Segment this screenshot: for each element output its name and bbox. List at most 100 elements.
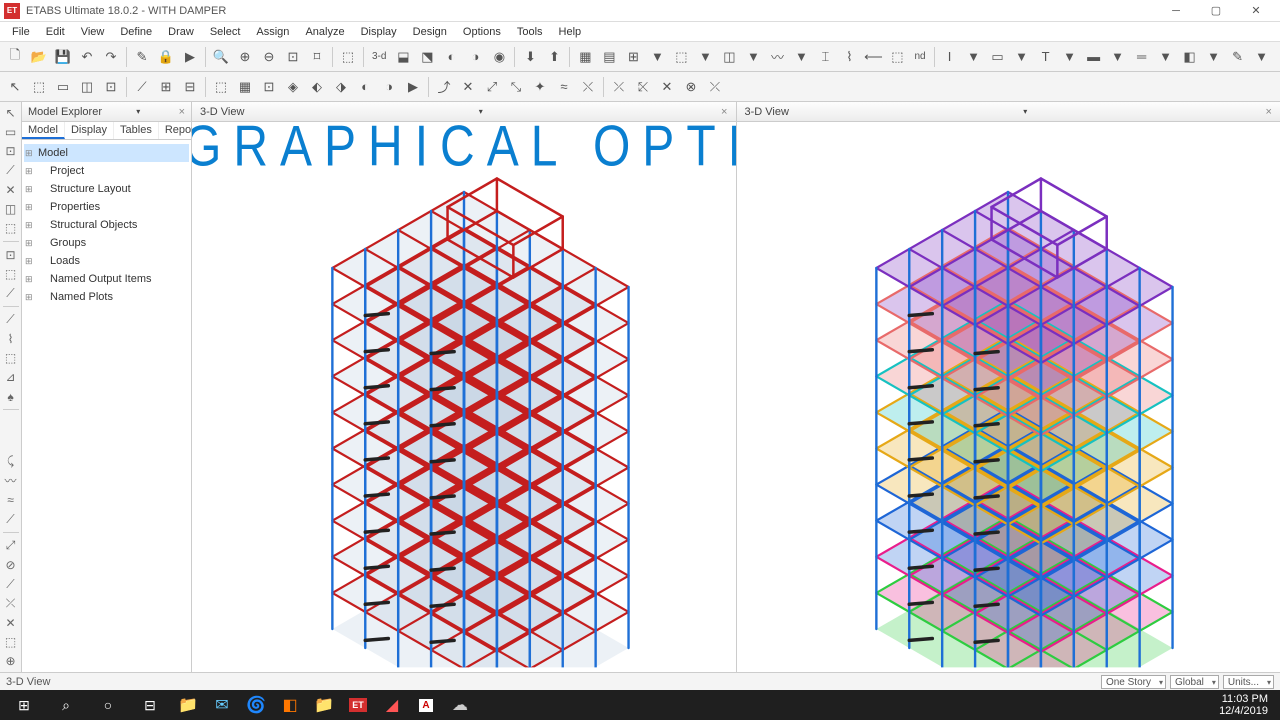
toolbar2-btn-4[interactable]: ⊡	[100, 76, 122, 98]
toolbar-btn-6[interactable]: ✎	[131, 46, 153, 68]
taskbar-app-5[interactable]: ☁	[444, 691, 476, 719]
toolbar-btn-1[interactable]: 📂	[28, 46, 50, 68]
toolbar-btn-53[interactable]: ▼	[1155, 46, 1177, 68]
taskbar-clock[interactable]: 11:03 PM 12/4/2019	[1211, 693, 1276, 717]
side-btn-28[interactable]: ⤫	[2, 595, 20, 612]
explorer-tab-tables[interactable]: Tables	[114, 122, 159, 139]
taskbar-app-3[interactable]: 📁	[308, 691, 340, 719]
toolbar2-btn-14[interactable]: ⬖	[306, 76, 328, 98]
tree-item[interactable]: Structural Objects	[24, 216, 189, 234]
search-button[interactable]: ⌕	[46, 690, 86, 720]
toolbar2-btn-3[interactable]: ◫	[76, 76, 98, 98]
toolbar-btn-47[interactable]: ▼	[1011, 46, 1033, 68]
tree-item[interactable]: Properties	[24, 198, 189, 216]
toolbar2-btn-13[interactable]: ◈	[282, 76, 304, 98]
explorer-tab-display[interactable]: Display	[65, 122, 114, 139]
taskbar-app-mail[interactable]: ✉	[206, 691, 238, 719]
side-btn-9[interactable]: ⬚	[2, 265, 20, 282]
pin-icon[interactable]: ▾	[136, 107, 140, 116]
view-tab-right[interactable]: 3-D View ▾ ×	[737, 102, 1280, 122]
toolbar2-btn-12[interactable]: ⊡	[258, 76, 280, 98]
toolbar-label-nd[interactable]: nd	[910, 51, 929, 62]
viewport-right[interactable]	[737, 122, 1280, 672]
toolbar2-btn-16[interactable]: ◐	[354, 76, 376, 98]
side-btn-10[interactable]: ⟋	[2, 285, 20, 302]
toolbar-btn-14[interactable]: ⌑	[306, 46, 328, 68]
toolbar2-btn-22[interactable]: ⤢	[481, 76, 503, 98]
toolbar2-btn-21[interactable]: ✕	[457, 76, 479, 98]
toolbar-btn-34[interactable]: ◫	[718, 46, 740, 68]
toolbar-btn-2[interactable]: 💾	[52, 46, 74, 68]
viewport-left[interactable]: GRAPHICAL OPTIONS IN ETABS	[192, 122, 736, 672]
toolbar-btn-55[interactable]: ▼	[1203, 46, 1225, 68]
toolbar2-btn-0[interactable]: ↖	[4, 76, 26, 98]
toolbar2-btn-28[interactable]: ⤫	[608, 76, 630, 98]
side-btn-6[interactable]: ⬚	[2, 220, 20, 237]
side-btn-5[interactable]: ◫	[2, 200, 20, 217]
side-btn-22[interactable]: ≈	[2, 492, 20, 509]
toolbar-btn-38[interactable]: ⌶	[814, 46, 836, 68]
tree-item[interactable]: Structure Layout	[24, 180, 189, 198]
side-btn-25[interactable]: ⤢	[2, 537, 20, 554]
taskbar-app-explorer[interactable]: 📁	[172, 691, 204, 719]
tree-item[interactable]: Model	[24, 144, 189, 162]
toolbar-btn-56[interactable]: ✎	[1227, 46, 1249, 68]
view-close-icon[interactable]: ×	[721, 106, 727, 118]
toolbar-btn-36[interactable]: 〰	[766, 46, 788, 68]
status-selector[interactable]: Global	[1170, 675, 1219, 689]
taskbar-app-4[interactable]: ◢	[376, 691, 408, 719]
side-btn-2[interactable]: ⊡	[2, 143, 20, 160]
toolbar-btn-22[interactable]: ◑	[464, 46, 486, 68]
toolbar2-btn-26[interactable]: ⤬	[577, 76, 599, 98]
toolbar-btn-45[interactable]: ▼	[963, 46, 985, 68]
toolbar-btn-23[interactable]: ◉	[488, 46, 510, 68]
side-btn-15[interactable]: ⊿	[2, 369, 20, 386]
menu-options[interactable]: Options	[455, 24, 509, 40]
side-btn-21[interactable]: 〰	[2, 472, 20, 489]
tree-item[interactable]: Groups	[24, 234, 189, 252]
side-btn-12[interactable]: ⟋	[2, 311, 20, 328]
toolbar2-btn-6[interactable]: ⟋	[131, 76, 153, 98]
side-btn-3[interactable]: ⟋	[2, 162, 20, 179]
toolbar-btn-20[interactable]: ⬔	[416, 46, 438, 68]
toolbar-btn-41[interactable]: ⬚	[886, 46, 908, 68]
tree-item[interactable]: Named Plots	[24, 288, 189, 306]
toolbar-btn-39[interactable]: ⌇	[838, 46, 860, 68]
toolbar-btn-57[interactable]: ▼	[1251, 46, 1273, 68]
side-btn-0[interactable]: ↖	[2, 104, 20, 121]
side-btn-27[interactable]: ⟋	[2, 576, 20, 593]
menu-design[interactable]: Design	[405, 24, 455, 40]
toolbar2-btn-8[interactable]: ⊟	[179, 76, 201, 98]
toolbar-btn-13[interactable]: ⊡	[282, 46, 304, 68]
toolbar2-btn-11[interactable]: ▦	[234, 76, 256, 98]
side-btn-4[interactable]: ✕	[2, 181, 20, 198]
dropdown-icon[interactable]: ▾	[1023, 107, 1027, 116]
toolbar-btn-28[interactable]: ▦	[574, 46, 596, 68]
toolbar-btn-16[interactable]: ⬚	[337, 46, 359, 68]
taskbar-app-1[interactable]: 🌀	[240, 691, 272, 719]
task-view-button[interactable]: ⊟	[130, 690, 170, 720]
toolbar-btn-31[interactable]: ▼	[646, 46, 668, 68]
toolbar2-btn-31[interactable]: ⊗	[680, 76, 702, 98]
view-tab-left[interactable]: 3-D View ▾ ×	[192, 102, 736, 122]
explorer-panel-header[interactable]: Model Explorer ▾ ×	[22, 102, 191, 122]
toolbar-btn-49[interactable]: ▼	[1059, 46, 1081, 68]
side-btn-13[interactable]: ⌇	[2, 330, 20, 347]
toolbar-btn-48[interactable]: T	[1035, 46, 1057, 68]
toolbar-btn-4[interactable]: ↷	[100, 46, 122, 68]
toolbar2-btn-30[interactable]: ✕	[656, 76, 678, 98]
toolbar2-btn-2[interactable]: ▭	[52, 76, 74, 98]
tree-item[interactable]: Loads	[24, 252, 189, 270]
toolbar2-btn-24[interactable]: ✦	[529, 76, 551, 98]
toolbar-btn-8[interactable]: ▶	[179, 46, 201, 68]
side-btn-29[interactable]: ✕	[2, 614, 20, 631]
toolbar2-btn-18[interactable]: ▶	[402, 76, 424, 98]
side-btn-14[interactable]: ⬚	[2, 349, 20, 366]
toolbar-label-3d[interactable]: 3-d	[368, 51, 390, 62]
tree-item[interactable]: Project	[24, 162, 189, 180]
toolbar-btn-46[interactable]: ▭	[987, 46, 1009, 68]
toolbar-btn-37[interactable]: ▼	[790, 46, 812, 68]
dropdown-icon[interactable]: ▾	[479, 107, 483, 116]
toolbar-btn-12[interactable]: ⊖	[258, 46, 280, 68]
toolbar-btn-32[interactable]: ⬚	[670, 46, 692, 68]
